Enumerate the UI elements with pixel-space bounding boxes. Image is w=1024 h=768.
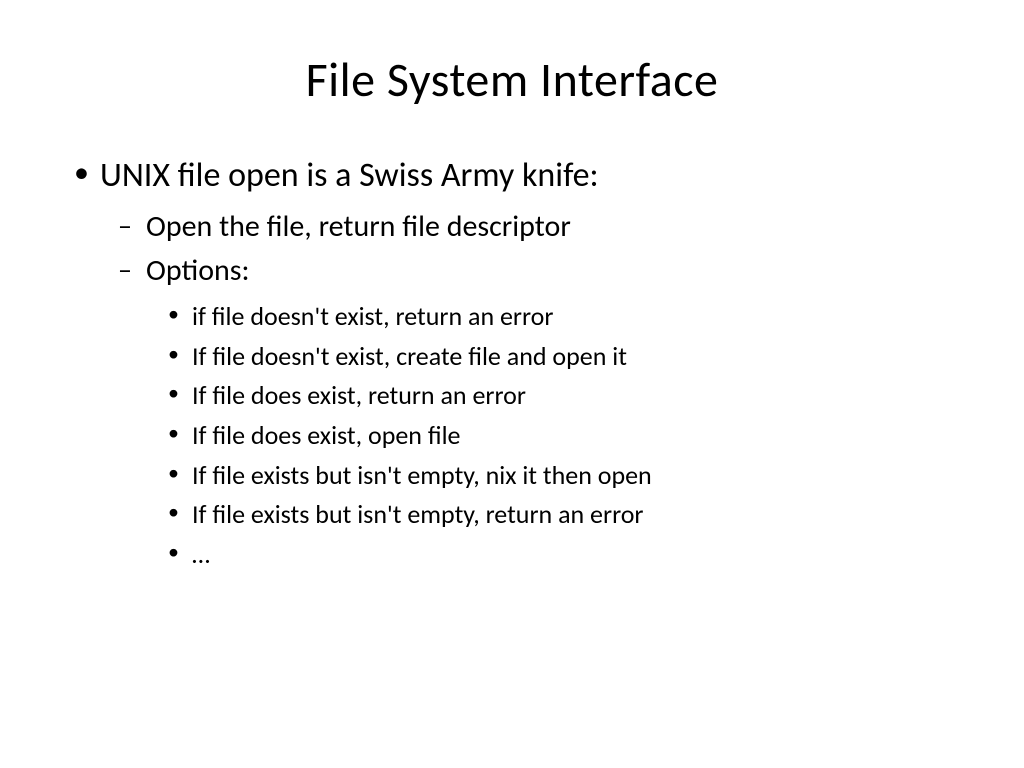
list-item: If file doesn't exist, create file and o… — [192, 338, 954, 376]
bullet-list-level2: Open the file, return file descriptor Op… — [100, 207, 954, 574]
bullet-text: UNIX file open is a Swiss Army knife: — [100, 155, 599, 196]
list-item: If file exists but isn't empty, return a… — [192, 496, 954, 534]
list-item: If file exists but isn't empty, nix it t… — [192, 457, 954, 495]
bullet-text: Open the file, return file descriptor — [146, 208, 571, 245]
bullet-text: if file doesn't exist, return an error — [192, 300, 553, 332]
list-item: Options: if file doesn't exist, return a… — [146, 251, 954, 573]
list-item: … — [192, 536, 954, 574]
bullet-text: If file doesn't exist, create file and o… — [192, 340, 627, 372]
bullet-text: … — [192, 538, 210, 570]
slide-title: File System Interface — [70, 50, 954, 109]
bullet-text: If file exists but isn't empty, nix it t… — [192, 459, 652, 491]
bullet-text: If file exists but isn't empty, return a… — [192, 498, 643, 530]
bullet-text: If file does exist, return an error — [192, 379, 526, 411]
list-item: UNIX file open is a Swiss Army knife: Op… — [100, 153, 954, 574]
bullet-list-level1: UNIX file open is a Swiss Army knife: Op… — [70, 153, 954, 574]
bullet-text: Options: — [146, 252, 250, 289]
list-item: if file doesn't exist, return an error — [192, 298, 954, 336]
bullet-list-level3: if file doesn't exist, return an error I… — [146, 298, 954, 574]
list-item: Open the file, return file descriptor — [146, 207, 954, 248]
list-item: If file does exist, return an error — [192, 377, 954, 415]
bullet-text: If file does exist, open file — [192, 419, 461, 451]
list-item: If file does exist, open file — [192, 417, 954, 455]
